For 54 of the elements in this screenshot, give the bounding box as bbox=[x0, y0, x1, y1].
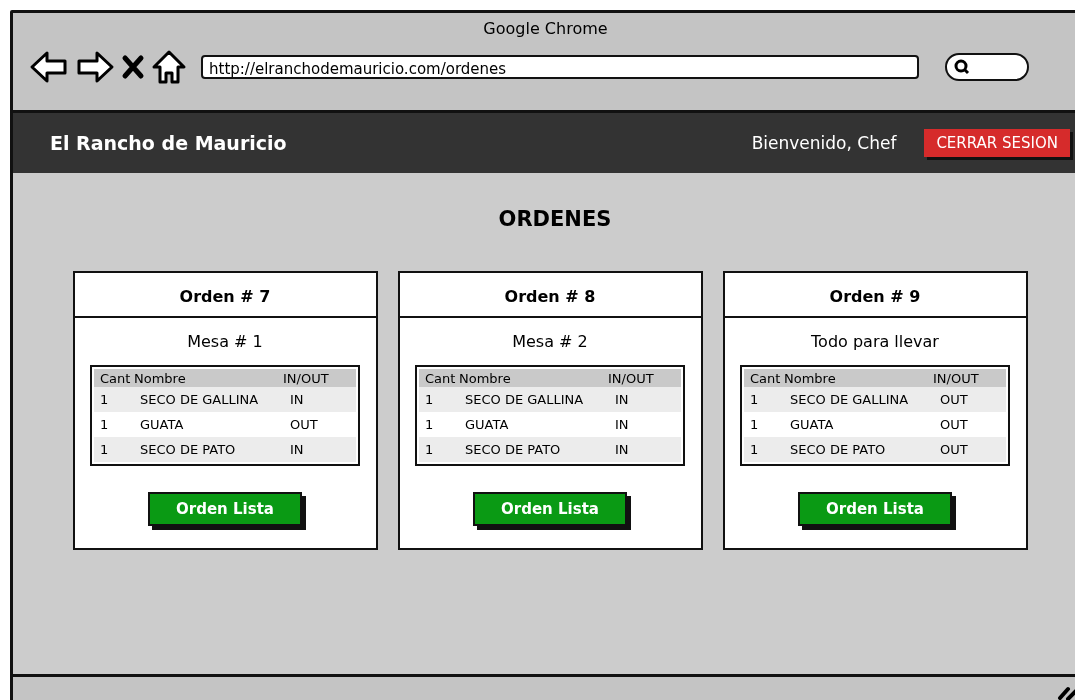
greeting-text: Bienvenido, Chef bbox=[751, 133, 897, 153]
table-cell-text: OUT bbox=[940, 417, 969, 432]
column-header: IN/OUT bbox=[283, 370, 330, 386]
table-cell-text: 1 bbox=[749, 442, 760, 457]
table-cell-text: 1 bbox=[99, 442, 110, 457]
table-cell-text: SECO DE PATO bbox=[465, 442, 562, 457]
table-cell-text: SECO DE GALLINA bbox=[465, 392, 585, 407]
close-icon[interactable] bbox=[121, 53, 145, 81]
column-header: Nombre bbox=[784, 370, 837, 386]
column-header: Nombre bbox=[134, 370, 187, 386]
order-title: Orden # 9 bbox=[724, 273, 1026, 318]
forward-arrow-icon[interactable] bbox=[75, 49, 115, 85]
table-cell-text: OUT bbox=[290, 417, 319, 432]
table-cell-text: IN bbox=[290, 392, 305, 407]
search-field[interactable] bbox=[945, 53, 1029, 81]
table-cell-text: 1 bbox=[424, 392, 435, 407]
table-cell-text: GUATA bbox=[790, 417, 835, 432]
order-subtitle: Mesa # 1 bbox=[187, 332, 263, 351]
table-cell-text: GUATA bbox=[140, 417, 185, 432]
table-cell-text: 1 bbox=[99, 417, 110, 432]
table-cell-text: IN bbox=[290, 442, 305, 457]
table-cell-text: OUT bbox=[940, 442, 969, 457]
table-cell-text: SECO DE GALLINA bbox=[140, 392, 260, 407]
window-title: Google Chrome bbox=[482, 18, 609, 40]
column-header: Cant bbox=[749, 370, 782, 386]
table-cell-text: IN bbox=[615, 442, 630, 457]
home-icon[interactable] bbox=[151, 49, 187, 85]
table-cell-text: IN bbox=[615, 392, 630, 407]
column-header: IN/OUT bbox=[933, 370, 980, 386]
address-bar[interactable]: http://elranchodemauricio.com/ordenes bbox=[201, 55, 919, 79]
table-cell-text: OUT bbox=[940, 392, 969, 407]
order-title: Orden # 8 bbox=[399, 273, 701, 318]
table-cell-text: SECO DE PATO bbox=[140, 442, 237, 457]
back-arrow-icon[interactable] bbox=[29, 49, 69, 85]
table-cell-text: 1 bbox=[424, 417, 435, 432]
column-header: IN/OUT bbox=[608, 370, 655, 386]
order-subtitle: Todo para llevar bbox=[811, 332, 939, 351]
table-cell-text: 1 bbox=[749, 392, 760, 407]
table-cell-text: SECO DE GALLINA bbox=[790, 392, 910, 407]
page-heading: ORDENES bbox=[498, 207, 612, 231]
table-cell-text: GUATA bbox=[465, 417, 510, 432]
logout-button[interactable]: CERRAR SESION bbox=[924, 129, 1070, 157]
table-cell-text: 1 bbox=[749, 417, 760, 432]
table-cell-text: SECO DE PATO bbox=[790, 442, 887, 457]
brand-title: El Rancho de Mauricio bbox=[50, 132, 287, 154]
table-cell-text: 1 bbox=[99, 392, 110, 407]
column-header: Cant bbox=[424, 370, 457, 386]
order-subtitle: Mesa # 2 bbox=[512, 332, 588, 351]
search-icon bbox=[953, 58, 971, 76]
order-title: Orden # 7 bbox=[74, 273, 376, 318]
column-header: Cant bbox=[99, 370, 132, 386]
column-header: Nombre bbox=[459, 370, 512, 386]
table-cell-text: 1 bbox=[424, 442, 435, 457]
table-cell-text: IN bbox=[615, 417, 630, 432]
